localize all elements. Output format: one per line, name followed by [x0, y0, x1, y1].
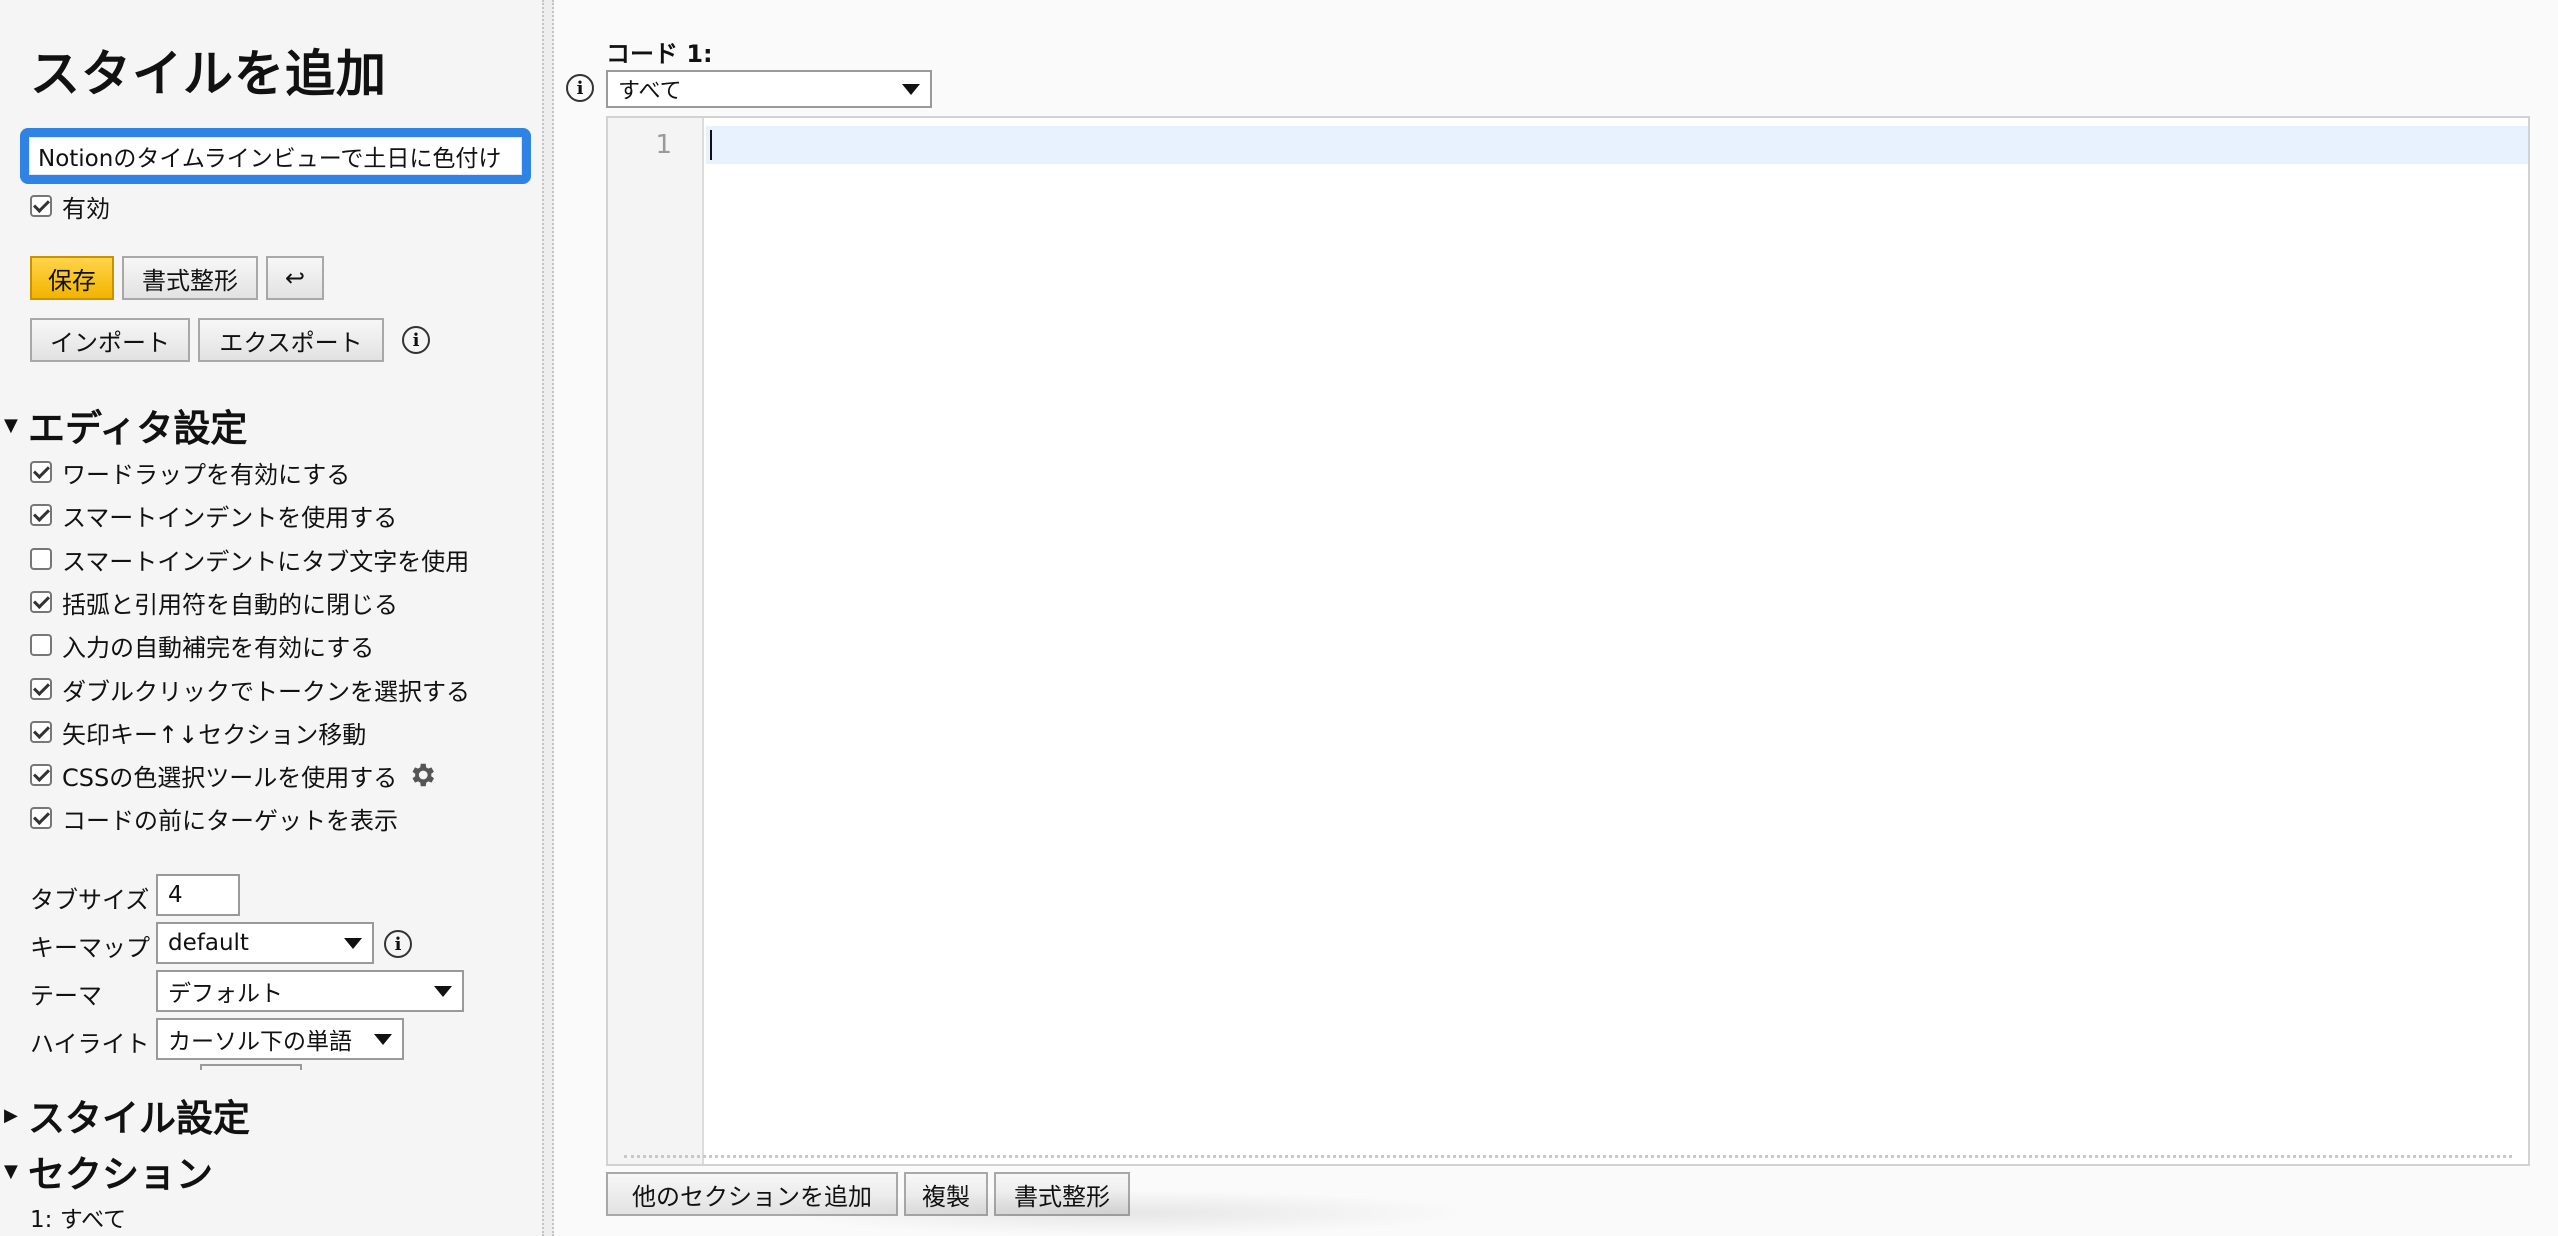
editor-option-checkbox[interactable]: [30, 764, 52, 786]
editor-option-label: コードの前にターゲットを表示: [62, 806, 398, 835]
editor-option-label: 括弧と引用符を自動的に閉じる: [62, 590, 398, 619]
editor-option-checkbox[interactable]: [30, 504, 52, 526]
tab-size-value: 4: [168, 882, 183, 908]
expanded-triangle-icon: ▼: [4, 414, 18, 436]
expanded-triangle-icon: ▼: [4, 1160, 18, 1182]
sidebar: スタイルを追加 有効 保存 書式整形 ↩ インポート エクスポート i ▼ エデ…: [0, 0, 542, 1236]
editor-option-checkbox[interactable]: [30, 721, 52, 743]
drop-shadow: [774, 1190, 1474, 1236]
editor-option-label: ダブルクリックでトークンを選択する: [62, 677, 470, 706]
sidebar-resize-divider[interactable]: [542, 0, 554, 1236]
highlight-label: ハイライト: [30, 1030, 150, 1058]
applies-to-value: すべて: [618, 79, 682, 104]
theme-select[interactable]: デフォルト: [156, 970, 464, 1012]
keymap-value: default: [168, 930, 249, 956]
editor-option-label: ワードラップを有効にする: [62, 460, 351, 489]
page-title: スタイルを追加: [30, 45, 387, 103]
editor-option-row[interactable]: ダブルクリックでトークンを選択する: [30, 673, 470, 706]
line-number: 1: [655, 130, 672, 160]
chevron-down-icon: [902, 83, 920, 95]
chevron-down-icon: [344, 937, 362, 949]
applies-to-select[interactable]: すべて: [606, 70, 932, 108]
keymap-info-icon[interactable]: i: [384, 930, 412, 958]
import-button[interactable]: インポート: [30, 318, 190, 362]
editor-option-checkbox[interactable]: [30, 634, 52, 656]
editor-option-label: 入力の自動補完を有効にする: [62, 633, 375, 662]
text-cursor: [710, 130, 712, 160]
beautify-button[interactable]: 書式整形: [122, 256, 258, 300]
editor-option-label: CSSの色選択ツールを使用する: [62, 763, 398, 792]
tab-size-input[interactable]: 4: [156, 874, 240, 916]
section-list-item[interactable]: 1: すべて: [30, 1200, 126, 1234]
style-settings-heading[interactable]: ▶ スタイル設定: [4, 1088, 250, 1142]
theme-label: テーマ: [30, 982, 102, 1010]
editor-option-checkbox[interactable]: [30, 807, 52, 829]
editor-option-row[interactable]: 入力の自動補完を有効にする: [30, 629, 375, 662]
editor-option-row[interactable]: CSSの色選択ツールを使用する: [30, 759, 437, 792]
style-name-field-wrapper: [20, 128, 531, 184]
editor-option-checkbox[interactable]: [30, 591, 52, 613]
undo-button[interactable]: ↩: [266, 256, 324, 300]
enabled-checkbox[interactable]: [30, 195, 52, 217]
style-settings-heading-text: スタイル設定: [28, 1097, 250, 1140]
applies-to-info-icon[interactable]: i: [566, 74, 594, 102]
code-editor[interactable]: 1: [606, 116, 2530, 1166]
editor-option-row[interactable]: 矢印キー↑↓セクション移動: [30, 716, 367, 749]
keymap-select[interactable]: default: [156, 922, 374, 964]
theme-value: デフォルト: [168, 981, 283, 1007]
clipped-field: [200, 1064, 302, 1070]
highlight-value: カーソル下の単語: [168, 1029, 352, 1055]
editor-settings-heading-text: エディタ設定: [28, 407, 248, 450]
style-name-input[interactable]: [29, 137, 522, 175]
editor-resize-grip[interactable]: [624, 1155, 2512, 1158]
highlight-select[interactable]: カーソル下の単語: [156, 1018, 404, 1060]
editor-option-checkbox[interactable]: [30, 548, 52, 570]
main-panel: コード 1: i すべて 1 他のセクションを追加 複製 書式整形: [554, 0, 2558, 1236]
editor-option-label: 矢印キー↑↓セクション移動: [62, 720, 367, 749]
editor-option-label: スマートインデントにタブ文字を使用: [62, 547, 470, 576]
editor-settings-heading[interactable]: ▼ エディタ設定: [4, 398, 247, 452]
keymap-label: キーマップ: [30, 934, 150, 962]
export-button[interactable]: エクスポート: [198, 318, 384, 362]
chevron-down-icon: [374, 1033, 392, 1045]
line-number-gutter: 1: [608, 118, 704, 1164]
editor-option-checkbox[interactable]: [30, 461, 52, 483]
editor-option-row[interactable]: コードの前にターゲットを表示: [30, 802, 398, 835]
import-export-info-icon[interactable]: i: [402, 326, 430, 354]
gear-icon[interactable]: [407, 760, 437, 790]
active-line-highlight: [706, 126, 2528, 164]
editor-option-checkbox[interactable]: [30, 678, 52, 700]
save-button[interactable]: 保存: [30, 256, 114, 300]
tab-size-label: タブサイズ: [30, 886, 150, 914]
editor-option-label: スマートインデントを使用する: [62, 503, 398, 532]
editor-option-row[interactable]: ワードラップを有効にする: [30, 456, 351, 489]
chevron-down-icon: [434, 985, 452, 997]
editor-option-row[interactable]: 括弧と引用符を自動的に閉じる: [30, 586, 398, 619]
code-section-label: コード 1:: [606, 40, 713, 68]
sections-heading-text: セクション: [28, 1153, 213, 1196]
collapsed-triangle-icon: ▶: [4, 1104, 18, 1126]
enabled-label: 有効: [62, 194, 110, 223]
enabled-toggle[interactable]: 有効: [30, 190, 110, 223]
sections-heading[interactable]: ▼ セクション: [4, 1144, 213, 1198]
editor-option-row[interactable]: スマートインデントを使用する: [30, 499, 398, 532]
editor-option-row[interactable]: スマートインデントにタブ文字を使用: [30, 543, 470, 576]
